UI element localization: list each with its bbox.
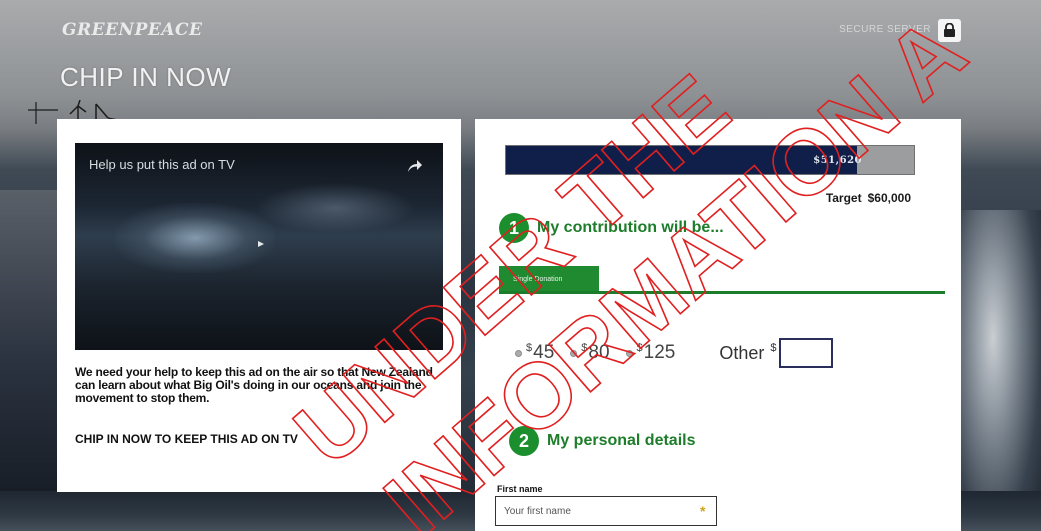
step-title: My contribution will be...: [537, 219, 724, 236]
first-name-label: First name: [497, 484, 543, 494]
share-icon[interactable]: [407, 159, 423, 173]
currency-symbol: $: [581, 342, 588, 354]
secure-server-label: SECURE SERVER: [839, 24, 931, 35]
background-wave-right: [961, 210, 1041, 530]
video-wave-highlight: [115, 203, 275, 273]
greenpeace-logo[interactable]: GREENPEACE: [62, 20, 203, 40]
target-amount: Target $60,000: [826, 191, 911, 205]
donation-amount-options: $45 $80 $125 Other $: [515, 338, 833, 368]
step-contribution: 1 My contribution will be...: [499, 213, 724, 243]
amount-radio[interactable]: [570, 349, 578, 357]
video-player[interactable]: Help us put this ad on TV: [75, 143, 443, 350]
fundraising-progress-bar: $51,620: [505, 145, 915, 175]
video-sky-highlight: [255, 183, 415, 233]
play-icon[interactable]: [257, 240, 265, 248]
amount-option-80[interactable]: $80: [570, 342, 610, 364]
background-wave-left: [0, 190, 60, 530]
donation-form-panel: $51,620 Target $60,000 1 My contribution …: [475, 119, 961, 531]
other-amount-input[interactable]: [778, 338, 833, 368]
tab-single-donation[interactable]: Single Donation: [499, 266, 599, 292]
amount-radio[interactable]: [625, 349, 633, 357]
target-value: $60,000: [867, 191, 911, 205]
first-name-field[interactable]: [495, 496, 717, 526]
raised-amount: $51,620: [813, 155, 862, 166]
amount-option-45[interactable]: $45: [515, 342, 554, 364]
other-currency-symbol: $: [770, 342, 777, 354]
step-personal-details: 2 My personal details: [509, 426, 696, 456]
other-amount-label: Other: [719, 342, 765, 363]
step-number-badge: 2: [509, 426, 539, 456]
amount-option-125[interactable]: $125: [625, 342, 676, 364]
tab-underline: [499, 291, 945, 294]
page-title: CHIP IN NOW: [60, 62, 232, 92]
amount-value: 80: [588, 342, 610, 363]
progress-fill: [506, 146, 857, 174]
campaign-description: We need your help to keep this ad on the…: [75, 365, 433, 405]
amount-radio[interactable]: [515, 349, 522, 357]
campaign-cta: CHIP IN NOW TO KEEP THIS AD ON TV: [75, 432, 298, 446]
required-marker: *: [700, 503, 706, 519]
amount-value: 125: [643, 342, 676, 363]
step-number-badge: 1: [499, 213, 529, 243]
lock-icon: [938, 19, 961, 42]
currency-symbol: $: [526, 342, 533, 354]
amount-value: 45: [533, 342, 555, 363]
video-title[interactable]: Help us put this ad on TV: [89, 157, 235, 172]
video-panel: Help us put this ad on TV We need your h…: [57, 119, 461, 492]
step-title: My personal details: [547, 432, 696, 449]
currency-symbol: $: [636, 342, 643, 354]
target-label: Target: [825, 191, 862, 205]
